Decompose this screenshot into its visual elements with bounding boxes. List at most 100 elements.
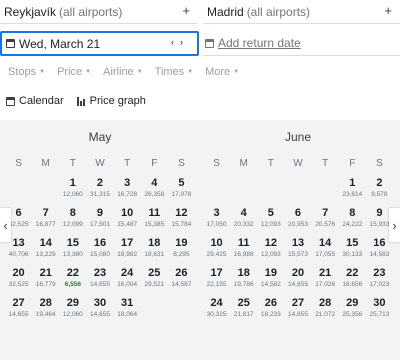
day-cell[interactable]: 25 21,817 [230,296,257,326]
day-cell[interactable]: 13 15,573 [284,236,311,266]
day-number: 25 [148,267,161,279]
day-number: 16 [93,237,107,249]
day-cell[interactable]: 5 17,078 [168,176,195,206]
filter-label: Airline [103,66,134,78]
day-cell[interactable]: 24 16,004 [114,266,141,296]
filter-airline[interactable]: Airline ▼ [103,66,143,78]
day-cell[interactable]: 30 14,655 [86,296,113,326]
next-month-button[interactable]: › [389,208,400,242]
day-cell[interactable]: 18 19,786 [230,266,257,296]
tab-calendar[interactable]: Calendar [6,95,64,107]
day-cell[interactable]: 27 14,655 [284,296,311,326]
origin-field[interactable]: Reykjavík (all airports) + [0,0,198,24]
day-cell[interactable]: 6 20,953 [284,206,311,236]
calendar-icon [205,38,214,48]
day-cell[interactable]: 18 18,631 [141,236,168,266]
day-number: 25 [237,297,250,309]
day-cell[interactable]: 15 13,380 [59,236,86,266]
day-cell[interactable]: 3 17,050 [203,206,230,236]
day-number: 17 [121,237,134,249]
caret-down-icon: ▼ [85,69,92,75]
filter-price[interactable]: Price ▼ [57,66,91,78]
day-cell[interactable]: 9 17,501 [86,206,113,236]
day-cell[interactable]: 12 12,093 [257,236,284,266]
day-number: 5 [178,177,185,189]
day-cell[interactable]: 11 15,385 [141,206,168,236]
day-number: 26 [175,267,188,279]
day-number: 9 [96,207,104,219]
filter-more[interactable]: More ▼ [205,66,239,78]
day-price: 25,356 [342,311,363,318]
add-origin-icon[interactable]: + [182,3,190,18]
day-cell[interactable]: 8 12,099 [59,206,86,236]
day-cell[interactable]: 27 14,655 [5,296,32,326]
day-cell[interactable]: 12 15,784 [168,206,195,236]
filter-stops[interactable]: Stops ▼ [8,66,45,78]
day-cell[interactable]: 23 17,023 [366,266,393,296]
day-cell[interactable]: 10 29,425 [203,236,230,266]
day-cell[interactable]: 19 14,582 [257,266,284,296]
destination-field[interactable]: Madrid (all airports) + [203,0,400,24]
day-cell[interactable]: 28 21,072 [312,296,339,326]
depart-date-field[interactable]: Wed, March 21 ‹› [0,31,199,56]
day-number: 10 [121,207,134,219]
day-cell[interactable]: 4 26,358 [141,176,168,206]
day-price: 18,982 [117,251,138,258]
day-number: 1 [349,177,356,189]
day-price: 9,578 [371,191,388,198]
day-price: 12,060 [62,191,83,198]
prev-month-button[interactable]: ‹ [0,208,11,242]
filter-times[interactable]: Times ▼ [155,66,194,78]
day-cell[interactable]: 15 30,133 [339,236,366,266]
tab-price-graph[interactable]: Price graph [76,95,146,107]
next-date-icon[interactable]: › [180,37,189,47]
day-cell[interactable]: 14 13,229 [32,236,59,266]
day-cell[interactable]: 20 14,655 [284,266,311,296]
prev-date-icon[interactable]: ‹ [171,37,180,47]
day-cell[interactable]: 23 14,655 [86,266,113,296]
filter-label: Times [154,66,185,78]
day-price: 12,099 [62,221,83,228]
day-cell[interactable]: 24 30,325 [203,296,230,326]
origin-city: Reykjavík [4,4,57,19]
day-cell[interactable]: 2 31,315 [86,176,113,206]
day-cell[interactable]: 21 16,779 [32,266,59,296]
day-cell[interactable]: 2 9,578 [366,176,393,206]
day-cell[interactable]: 3 16,728 [114,176,141,206]
day-cell[interactable]: 5 12,093 [257,206,284,236]
day-price: 20,953 [288,221,308,228]
day-cell[interactable]: 28 19,464 [32,296,59,326]
day-number: 3 [213,207,220,219]
day-cell[interactable]: 22 18,656 [339,266,366,296]
day-price: 25,713 [369,311,390,318]
day-price: 15,487 [117,221,138,228]
day-cell[interactable]: 26 14,587 [168,266,195,296]
day-cell[interactable]: 14 17,055 [312,236,339,266]
day-cell[interactable]: 21 17,026 [312,266,339,296]
day-cell[interactable]: 16 15,080 [86,236,113,266]
day-cell[interactable]: 26 18,233 [257,296,284,326]
day-cell[interactable]: 30 25,713 [366,296,393,326]
day-cell[interactable]: 7 20,576 [312,206,339,236]
day-cell[interactable]: 20 32,525 [5,266,32,296]
day-cell[interactable]: 17 18,982 [114,236,141,266]
day-number: 13 [291,237,305,249]
day-cell[interactable]: 29 12,060 [59,296,86,326]
day-cell[interactable]: 11 16,988 [230,236,257,266]
day-cell[interactable]: 1 23,614 [339,176,366,206]
day-cell[interactable]: 19 8,295 [168,236,195,266]
day-cell[interactable]: 10 15,487 [114,206,141,236]
return-date-field[interactable]: Add return date [203,31,400,56]
day-cell[interactable]: 4 20,332 [230,206,257,236]
day-cell[interactable]: 1 12,060 [59,176,86,206]
day-cell[interactable]: 8 24,222 [339,206,366,236]
day-cell[interactable]: 25 29,521 [141,266,168,296]
day-cell[interactable]: 22 6,556 [59,266,86,296]
day-price: 17,078 [171,191,192,198]
add-destination-icon[interactable]: + [384,3,392,18]
day-cell[interactable]: 29 25,356 [339,296,366,326]
day-cell[interactable]: 31 18,064 [114,296,141,326]
depart-date-value: Wed, March 21 [19,36,101,51]
day-cell[interactable]: 17 22,155 [203,266,230,296]
day-cell[interactable]: 7 16,877 [32,206,59,236]
